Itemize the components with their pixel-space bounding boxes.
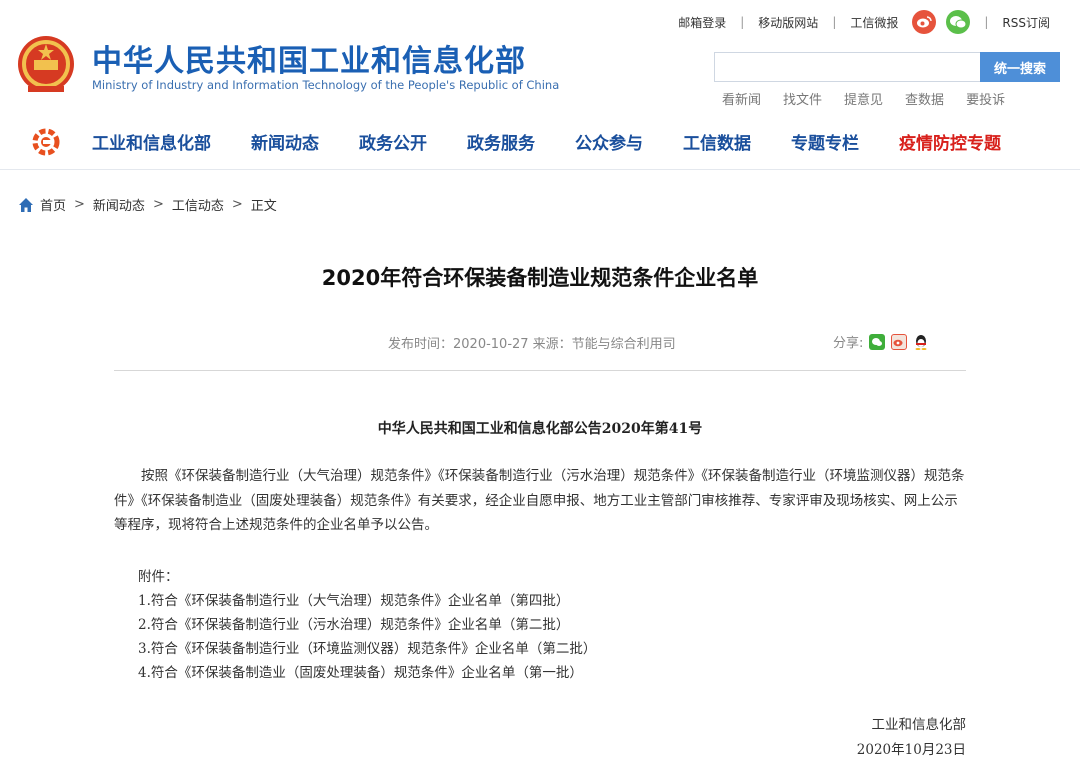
breadcrumb-industry-news[interactable]: 工信动态 [172, 195, 224, 214]
share-label: 分享: [833, 336, 864, 351]
site-title[interactable]: 中华人民共和国工业和信息化部 [92, 36, 526, 80]
attachment-link[interactable]: 4.符合《环保装备制造业（固废处理装备）规范条件》企业名单（第一批） [138, 661, 596, 685]
home-icon [19, 197, 33, 212]
notice-title: 中华人民共和国工业和信息化部公告2020年第41号 [377, 421, 703, 437]
search-bar: 统一搜索 [714, 52, 1060, 82]
attachment-link[interactable]: 1.符合《环保装备制造行业（大气治理）规范条件》企业名单（第四批） [138, 589, 596, 613]
breadcrumb-separator: > [152, 197, 164, 212]
share-wechat-icon[interactable] [869, 333, 886, 350]
nav-item-government-services[interactable]: 政务服务 [467, 129, 535, 154]
article-title: 2020年符合环保装备制造业规范条件企业名单 [321, 266, 759, 290]
share-weibo-icon[interactable] [891, 333, 908, 350]
ministry-logo-icon[interactable] [32, 128, 60, 156]
breadcrumb-separator: > [231, 197, 243, 212]
signature-block: 工业和信息化部 2020年10月23日 [857, 713, 966, 763]
article-body: 按照《环保装备制造行业（大气治理）规范条件》《环保装备制造行业（污水治理）规范条… [114, 468, 965, 533]
attachment-link[interactable]: 3.符合《环保装备制造行业（环境监测仪器）规范条件》企业名单（第二批） [138, 637, 596, 661]
main-nav: 工业和信息化部 新闻动态 政务公开 政务服务 公众参与 工信数据 专题专栏 疫情… [0, 112, 1080, 170]
quick-links: 看新闻 找文件 提意见 查数据 要投诉 [722, 89, 1005, 108]
site-header: 中华人民共和国工业和信息化部 Ministry of Industry and … [0, 0, 1080, 112]
quick-link-news[interactable]: 看新闻 [722, 89, 761, 108]
attachment-label: 附件： [138, 569, 179, 585]
separator: | [832, 15, 837, 29]
breadcrumb-news[interactable]: 新闻动态 [93, 195, 145, 214]
breadcrumb-separator: > [74, 197, 85, 212]
search-button[interactable]: 统一搜索 [980, 52, 1060, 82]
separator: | [984, 15, 989, 29]
nav-items: 工业和信息化部 新闻动态 政务公开 政务服务 公众参与 工信数据 专题专栏 疫情… [92, 112, 1001, 170]
rss-link[interactable]: RSS订阅 [1002, 14, 1050, 31]
share-bar: 分享: [833, 332, 929, 351]
article-meta: 发布时间：2020-10-27 来源：节能与综合利用司 [388, 337, 676, 352]
mail-login-link[interactable]: 邮箱登录 [678, 14, 726, 31]
wechat-icon[interactable] [946, 10, 971, 34]
breadcrumb-current: 正文 [250, 199, 277, 214]
social-icons [912, 10, 971, 34]
nav-item-public-participation[interactable]: 公众参与 [575, 129, 643, 154]
quick-link-complaint[interactable]: 要投诉 [966, 89, 1005, 108]
top-links: 邮箱登录 | 移动版网站 | 工信微报 | RSS订阅 [678, 8, 1050, 36]
attachment-list: 附件： 1.符合《环保装备制造行业（大气治理）规范条件》企业名单（第四批） 2.… [138, 565, 596, 685]
nav-item-data[interactable]: 工信数据 [683, 129, 751, 154]
micro-report-link[interactable]: 工信微报 [850, 14, 898, 31]
quick-link-data[interactable]: 查数据 [905, 89, 944, 108]
nav-item-ministry[interactable]: 工业和信息化部 [92, 129, 211, 154]
attachment-link[interactable]: 2.符合《环保装备制造行业（污水治理）规范条件》企业名单（第二批） [138, 613, 596, 637]
national-emblem-icon[interactable] [16, 34, 76, 96]
separator: | [740, 15, 745, 29]
signature: 工业和信息化部 [871, 717, 967, 733]
weibo-icon[interactable] [912, 10, 937, 34]
search-input[interactable] [714, 52, 982, 82]
quick-link-feedback[interactable]: 提意见 [844, 89, 883, 108]
breadcrumb: 首页 > 新闻动态 > 工信动态 > 正文 [18, 195, 277, 214]
breadcrumb-home[interactable]: 首页 [40, 195, 66, 214]
article-divider [114, 370, 966, 371]
site-subtitle: Ministry of Industry and Information Tec… [92, 78, 560, 92]
mobile-site-link[interactable]: 移动版网站 [758, 14, 818, 31]
nav-item-special-topics[interactable]: 专题专栏 [791, 129, 859, 154]
nav-item-epidemic[interactable]: 疫情防控专题 [899, 129, 1001, 154]
share-qq-icon[interactable] [913, 334, 929, 350]
quick-link-documents[interactable]: 找文件 [783, 89, 822, 108]
nav-item-news[interactable]: 新闻动态 [251, 129, 319, 154]
nav-item-government-affairs[interactable]: 政务公开 [359, 129, 427, 154]
signature-date: 2020年10月23日 [856, 742, 966, 758]
